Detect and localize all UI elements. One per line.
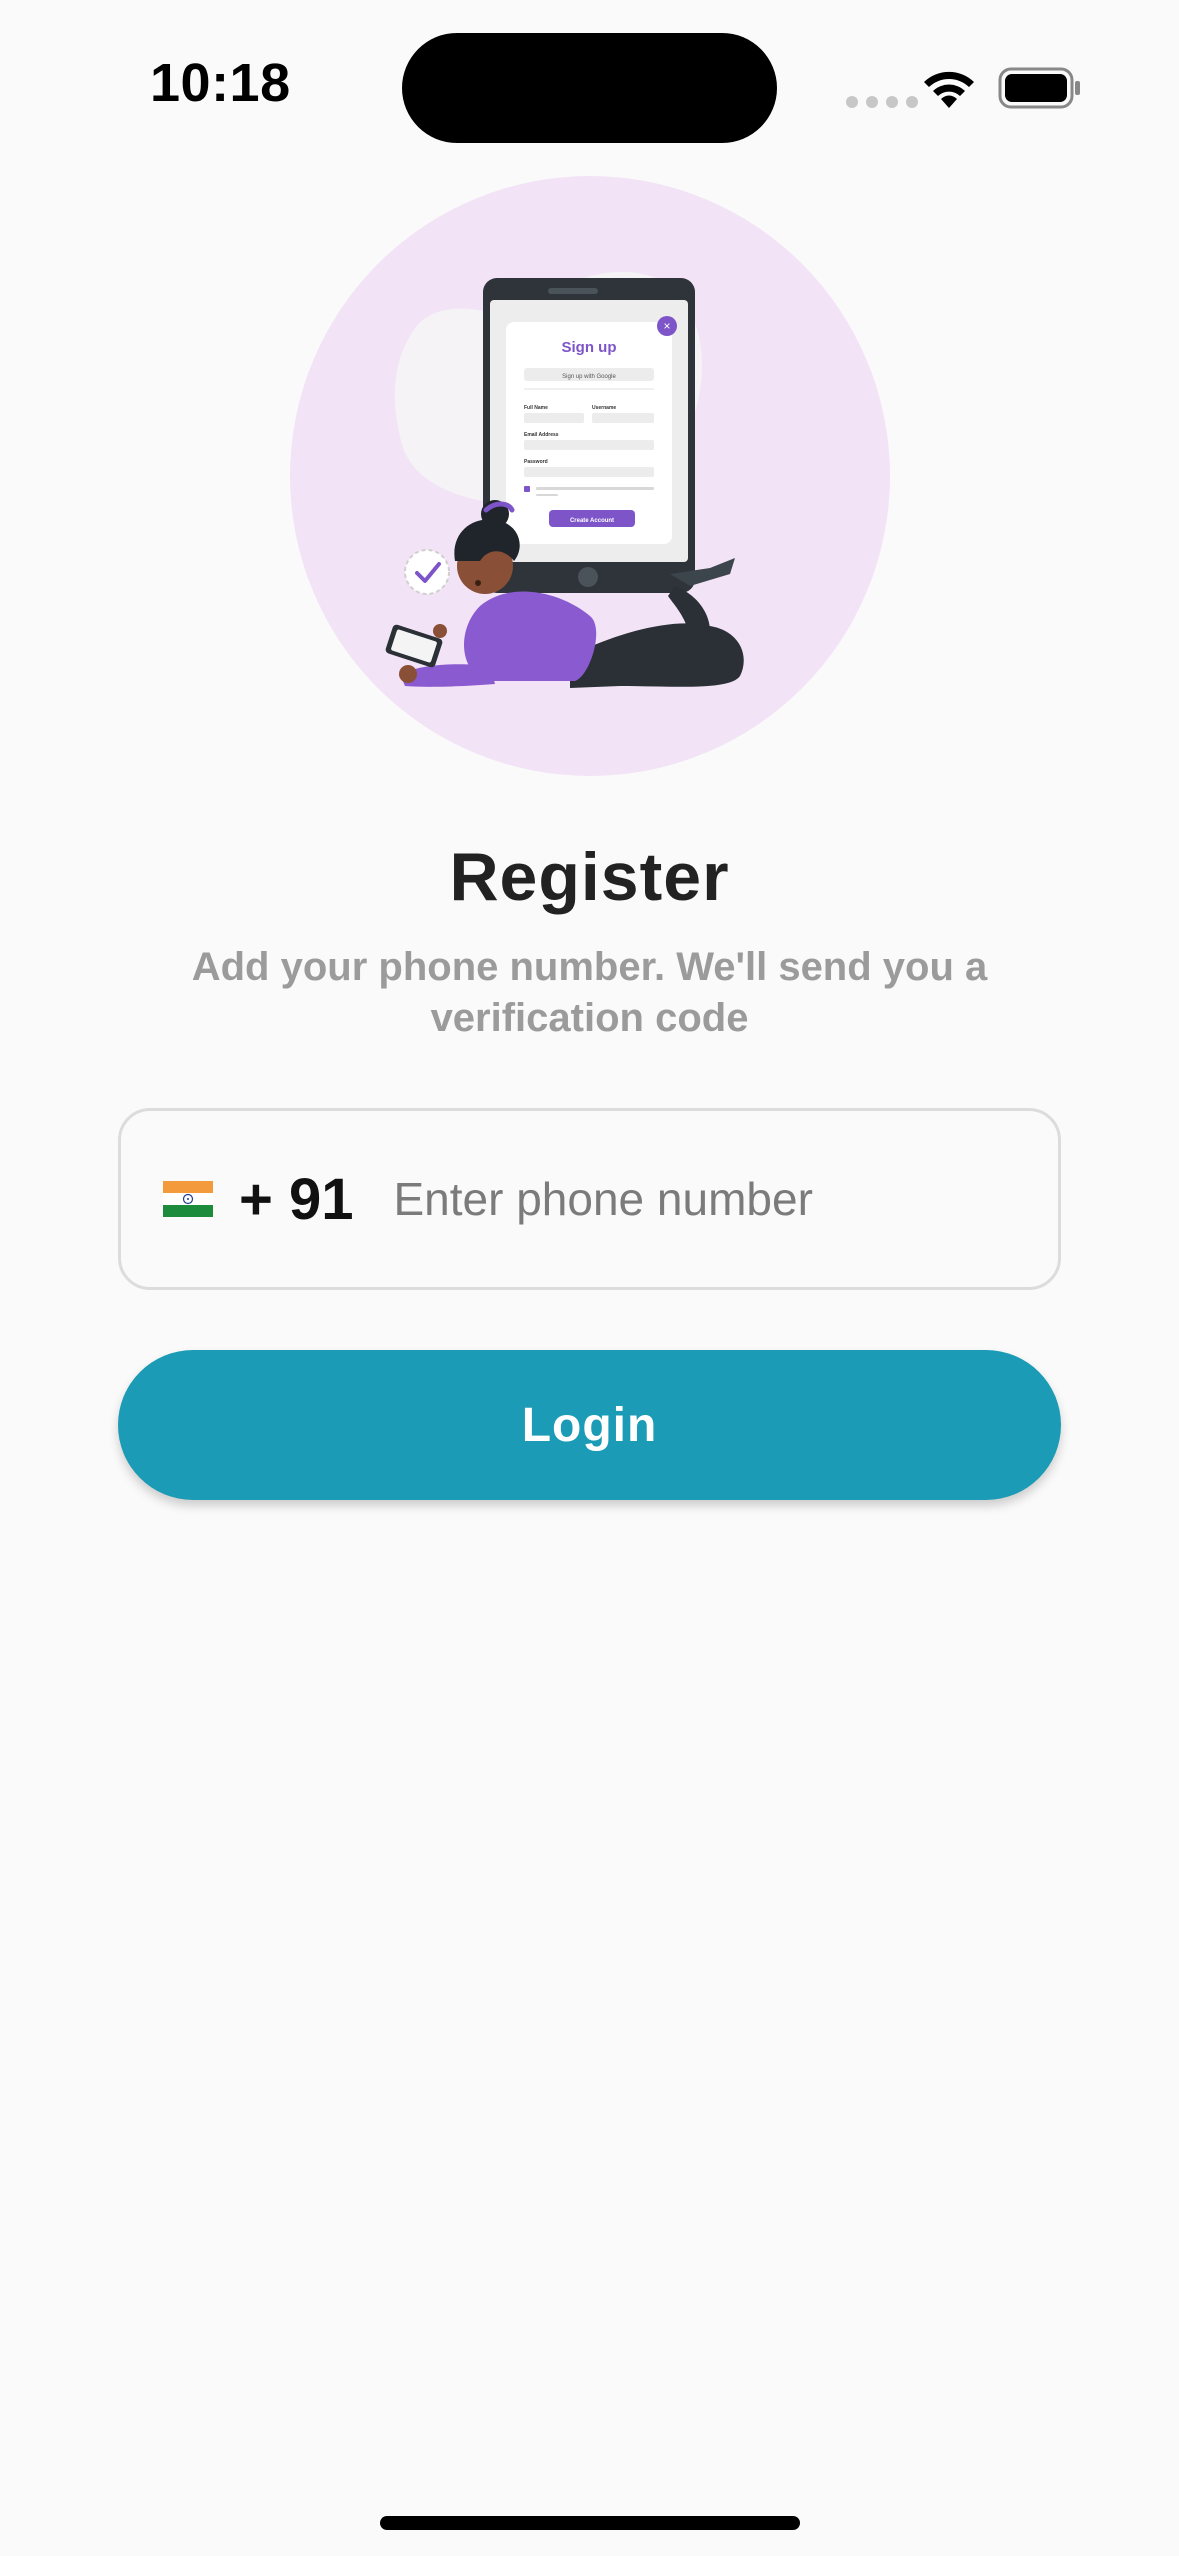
wifi-icon bbox=[924, 71, 974, 108]
illustration-email-label: Email Address bbox=[524, 432, 559, 438]
india-flag-icon[interactable] bbox=[163, 1181, 213, 1217]
signup-illustration: × Sign up Sign up with Google Full Name … bbox=[290, 176, 890, 776]
illustration-username-label: Username bbox=[592, 405, 616, 411]
country-code[interactable]: + 91 bbox=[239, 1166, 354, 1233]
register-screen: 10:18 × Sign up Sign up with Google Full… bbox=[0, 0, 1179, 2556]
illustration-password-label: Password bbox=[524, 459, 548, 465]
illustration-create-button: Create Account bbox=[570, 518, 614, 524]
dynamic-island bbox=[402, 33, 777, 143]
battery-icon bbox=[998, 67, 1080, 109]
status-time: 10:18 bbox=[150, 53, 291, 113]
page-title: Register bbox=[449, 839, 730, 915]
home-indicator bbox=[380, 2516, 800, 2530]
illustration-card-title: Sign up bbox=[562, 339, 617, 356]
illustration-full-name-label: Full Name bbox=[524, 405, 548, 411]
phone-field[interactable]: + 91 bbox=[118, 1108, 1061, 1290]
svg-text:×: × bbox=[663, 319, 670, 333]
illustration-google-label: Sign up with Google bbox=[562, 374, 616, 380]
signal-dots-icon bbox=[846, 96, 918, 108]
phone-number-input[interactable] bbox=[393, 1172, 974, 1226]
page-subtitle: Add your phone number. We'll send you a … bbox=[191, 945, 988, 1040]
login-button[interactable]: Login bbox=[118, 1350, 1061, 1500]
